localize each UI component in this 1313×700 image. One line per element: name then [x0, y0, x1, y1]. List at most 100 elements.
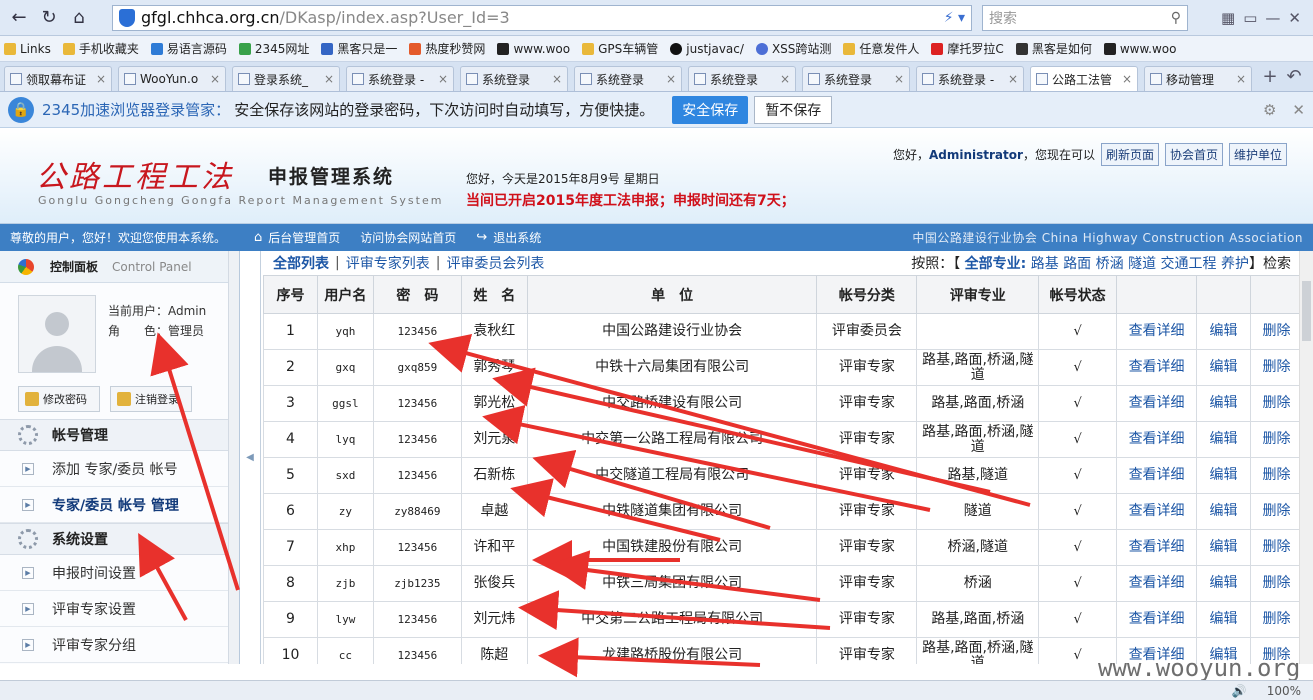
- bookmark-item[interactable]: XSS跨站测: [755, 40, 831, 57]
- collapse-handle[interactable]: ◀: [240, 251, 260, 664]
- delete-link[interactable]: 删除: [1249, 565, 1304, 602]
- delete-link[interactable]: 删除: [1249, 601, 1304, 638]
- major-link[interactable]: 路基: [1031, 256, 1059, 272]
- association-home-button[interactable]: 协会首页: [1164, 143, 1223, 166]
- browser-tab[interactable]: 系统登录 ×: [802, 65, 910, 91]
- tab-close-icon[interactable]: ×: [894, 72, 904, 86]
- bookmark-item[interactable]: www.woo: [1103, 42, 1176, 56]
- save-password-button[interactable]: 安全保存: [672, 95, 749, 124]
- menu-add-account[interactable]: ▶ 添加 专家/委员 帐号: [0, 451, 239, 487]
- major-link[interactable]: 路面: [1063, 256, 1091, 272]
- section-system[interactable]: 系统设置: [0, 523, 239, 555]
- menu-time-setting[interactable]: ▶ 申报时间设置: [0, 555, 239, 591]
- address-bar[interactable]: gfgl.chhca.org.cn/DKasp/index.asp?User_I…: [112, 4, 972, 31]
- filter-committee[interactable]: 评审委员会列表: [446, 253, 544, 273]
- delete-link[interactable]: 删除: [1249, 529, 1304, 566]
- delete-link[interactable]: 删除: [1249, 313, 1304, 350]
- browser-tab[interactable]: 登录系统_ ×: [232, 65, 340, 91]
- major-link[interactable]: 交通工程: [1161, 256, 1217, 272]
- view-detail-link[interactable]: 查看详细: [1116, 421, 1198, 458]
- bookmark-item[interactable]: 手机收藏夹: [62, 40, 139, 57]
- delete-link[interactable]: 删除: [1249, 349, 1304, 386]
- browser-tab-active[interactable]: 公路工法管 ×: [1030, 65, 1138, 91]
- main-scrollbar[interactable]: [1299, 251, 1313, 664]
- browser-tab[interactable]: 系统登录 - ×: [916, 65, 1024, 91]
- bookmark-item[interactable]: 2345网址: [238, 40, 309, 57]
- view-detail-link[interactable]: 查看详细: [1116, 493, 1198, 530]
- refresh-page-button[interactable]: 刷新页面: [1100, 143, 1159, 166]
- edit-link[interactable]: 编辑: [1196, 601, 1251, 638]
- edit-link[interactable]: 编辑: [1196, 349, 1251, 386]
- logout-button[interactable]: 注销登录: [110, 386, 192, 412]
- edit-link[interactable]: 编辑: [1196, 529, 1251, 566]
- new-tab-icon[interactable]: +: [1258, 66, 1282, 87]
- filter-all[interactable]: 全部列表: [273, 253, 329, 273]
- nav-admin-home[interactable]: ⌂ 后台管理首页: [254, 229, 340, 246]
- speed-icon[interactable]: ⚡ ▾: [944, 10, 965, 26]
- view-detail-link[interactable]: 查看详细: [1116, 601, 1198, 638]
- scroll-thumb[interactable]: [1302, 281, 1311, 341]
- browser-tab[interactable]: 移动管理 ×: [1144, 65, 1252, 91]
- major-link[interactable]: 养护: [1221, 256, 1249, 272]
- bookmark-item[interactable]: GPS车辆管: [582, 40, 658, 57]
- edit-link[interactable]: 编辑: [1196, 457, 1251, 494]
- browser-tab[interactable]: 系统登录 ×: [688, 65, 796, 91]
- close-bar-icon[interactable]: ✕: [1292, 101, 1305, 119]
- browser-tab[interactable]: WooYun.o ×: [118, 65, 226, 91]
- zoom-level[interactable]: 100%: [1267, 684, 1301, 698]
- bookmark-item[interactable]: Links: [4, 42, 51, 56]
- tab-close-icon[interactable]: ×: [552, 72, 562, 86]
- maintainer-button[interactable]: 维护单位: [1228, 143, 1287, 166]
- view-detail-link[interactable]: 查看详细: [1116, 385, 1198, 422]
- settings-icon[interactable]: ⚙: [1263, 101, 1276, 119]
- bookmark-item[interactable]: 热度秒赞网: [409, 40, 485, 57]
- tab-close-icon[interactable]: ×: [1008, 72, 1018, 86]
- menu-expert-group[interactable]: ▶ 评审专家分组: [0, 627, 239, 663]
- section-account[interactable]: 帐号管理: [0, 419, 239, 451]
- edit-link[interactable]: 编辑: [1196, 421, 1251, 458]
- undo-icon[interactable]: ↶: [1282, 66, 1306, 87]
- back-icon[interactable]: ←: [6, 5, 32, 31]
- major-all[interactable]: 全部专业:: [965, 256, 1027, 272]
- browser-tab[interactable]: 领取幕布证 ×: [4, 65, 112, 91]
- search-box[interactable]: 搜索 ⚲: [982, 4, 1188, 31]
- view-detail-link[interactable]: 查看详细: [1116, 565, 1198, 602]
- menu-manage-account[interactable]: ▶ 专家/委员 帐号 管理: [0, 487, 239, 523]
- bookmark-item[interactable]: 摩托罗拉C: [931, 40, 1004, 57]
- screen-icon[interactable]: ▭: [1243, 9, 1257, 27]
- menu-expert-setting[interactable]: ▶ 评审专家设置: [0, 591, 239, 627]
- edit-link[interactable]: 编辑: [1196, 313, 1251, 350]
- bookmark-item[interactable]: 易语言源码: [150, 40, 227, 57]
- edit-link[interactable]: 编辑: [1196, 493, 1251, 530]
- tab-close-icon[interactable]: ×: [1122, 72, 1132, 86]
- tab-close-icon[interactable]: ×: [438, 72, 448, 86]
- nav-association-site[interactable]: 访问协会网站首页: [360, 229, 456, 246]
- major-link[interactable]: 桥涵: [1096, 256, 1124, 272]
- delete-link[interactable]: 删除: [1249, 493, 1304, 530]
- tab-close-icon[interactable]: ×: [324, 72, 334, 86]
- sidebar-scrollbar[interactable]: [228, 251, 239, 664]
- tab-close-icon[interactable]: ×: [780, 72, 790, 86]
- filter-experts[interactable]: 评审专家列表: [346, 253, 430, 273]
- nav-logout[interactable]: ↪ 退出系统: [476, 229, 541, 246]
- view-detail-link[interactable]: 查看详细: [1116, 349, 1198, 386]
- delete-link[interactable]: 删除: [1249, 421, 1304, 458]
- tab-close-icon[interactable]: ×: [210, 72, 220, 86]
- edit-link[interactable]: 编辑: [1196, 565, 1251, 602]
- view-detail-link[interactable]: 查看详细: [1116, 313, 1198, 350]
- apps-icon[interactable]: ▦: [1221, 9, 1235, 27]
- bookmark-item[interactable]: 任意发件人: [843, 40, 919, 57]
- browser-tab[interactable]: 系统登录 ×: [460, 65, 568, 91]
- change-password-button[interactable]: 修改密码: [18, 386, 100, 412]
- bookmark-item[interactable]: www.woo: [497, 42, 570, 56]
- view-detail-link[interactable]: 查看详细: [1116, 529, 1198, 566]
- edit-link[interactable]: 编辑: [1196, 385, 1251, 422]
- tab-close-icon[interactable]: ×: [96, 72, 106, 86]
- bookmark-item[interactable]: justjavac/: [670, 42, 744, 56]
- major-link[interactable]: 隧道: [1128, 256, 1156, 272]
- no-save-button[interactable]: 暂不保存: [754, 95, 833, 124]
- browser-tab[interactable]: 系统登录 - ×: [346, 65, 454, 91]
- minimize-icon[interactable]: —: [1265, 9, 1280, 27]
- home-icon[interactable]: ⌂: [66, 5, 92, 31]
- browser-tab[interactable]: 系统登录 ×: [574, 65, 682, 91]
